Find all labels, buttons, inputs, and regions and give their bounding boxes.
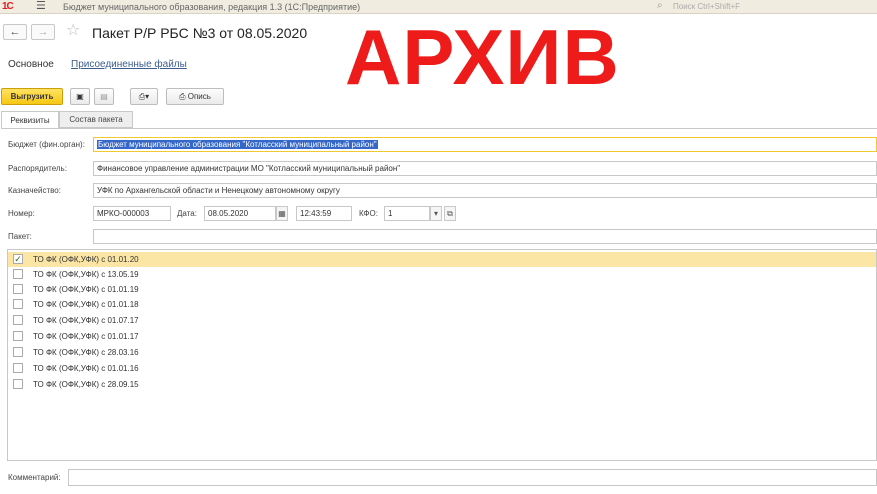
- save-copy-button[interactable]: ▤: [94, 88, 114, 105]
- app-logo: 1С: [2, 1, 14, 12]
- upload-button[interactable]: Выгрузить: [1, 88, 63, 105]
- page-title: Пакет Р/Р РБС №3 от 08.05.2020: [92, 25, 308, 41]
- list-item-label: ТО ФК (ОФК,УФК) с 01.01.20: [33, 255, 139, 264]
- tab-package-contents[interactable]: Состав пакета: [59, 111, 133, 128]
- arrow-left-icon: ←: [9, 26, 21, 38]
- open-link-icon: ⧉: [447, 209, 453, 218]
- list-item[interactable]: ТО ФК (ОФК,УФК) с 13.05.19: [8, 267, 876, 282]
- forward-button[interactable]: →: [31, 24, 55, 40]
- checkbox[interactable]: [13, 299, 23, 309]
- kfo-open-button[interactable]: ⧉: [444, 206, 456, 221]
- comment-field[interactable]: [68, 469, 877, 486]
- package-list[interactable]: ✓ ТО ФК (ОФК,УФК) с 01.01.20 ТО ФК (ОФК,…: [7, 249, 877, 461]
- manager-value: Финансовое управление администрации МО "…: [97, 164, 401, 173]
- checkbox[interactable]: [13, 379, 23, 389]
- document-icon: ▤: [100, 92, 108, 101]
- checkbox[interactable]: [13, 269, 23, 279]
- print-menu-button[interactable]: ⎙▾: [130, 88, 158, 105]
- kfo-label: КФО:: [359, 209, 378, 218]
- list-item[interactable]: ТО ФК (ОФК,УФК) с 28.03.16: [8, 345, 876, 360]
- description-label: Опись: [187, 92, 211, 101]
- comment-label: Комментарий:: [8, 473, 61, 482]
- save-button[interactable]: ▣: [70, 88, 90, 105]
- date-field[interactable]: 08.05.2020: [204, 206, 276, 221]
- kfo-value: 1: [388, 209, 393, 218]
- calendar-icon: ▦: [278, 209, 286, 218]
- list-item[interactable]: ТО ФК (ОФК,УФК) с 28.09.15: [8, 377, 876, 392]
- manager-field[interactable]: Финансовое управление администрации МО "…: [93, 161, 877, 176]
- kfo-field[interactable]: 1: [384, 206, 430, 221]
- search-icon: ⌕: [657, 0, 663, 11]
- list-item-label: ТО ФК (ОФК,УФК) с 28.03.16: [33, 348, 139, 357]
- list-item-label: ТО ФК (ОФК,УФК) с 01.01.18: [33, 300, 139, 309]
- list-item-label: ТО ФК (ОФК,УФК) с 01.01.19: [33, 285, 139, 294]
- app-title: Бюджет муниципального образования, редак…: [63, 2, 361, 12]
- printer-icon: ⎙: [179, 92, 186, 101]
- list-item[interactable]: ТО ФК (ОФК,УФК) с 01.07.17: [8, 313, 876, 328]
- list-item-label: ТО ФК (ОФК,УФК) с 28.09.15: [33, 380, 139, 389]
- arrow-right-icon: →: [37, 26, 49, 38]
- link-main[interactable]: Основное: [8, 59, 54, 70]
- favorite-star-icon[interactable]: ☆: [66, 22, 80, 40]
- printer-icon: ⎙▾: [138, 92, 150, 101]
- list-item[interactable]: ТО ФК (ОФК,УФК) с 01.01.17: [8, 329, 876, 344]
- time-value: 12:43:59: [300, 209, 332, 218]
- list-item-label: ТО ФК (ОФК,УФК) с 13.05.19: [33, 270, 139, 279]
- list-item[interactable]: ТО ФК (ОФК,УФК) с 01.01.19: [8, 282, 876, 297]
- link-attached-files[interactable]: Присоединенные файлы: [71, 59, 187, 70]
- list-item-label: ТО ФК (ОФК,УФК) с 01.01.16: [33, 364, 139, 373]
- package-label: Пакет:: [8, 232, 32, 241]
- tab-requisites[interactable]: Реквизиты: [1, 111, 59, 129]
- chevron-down-icon: ▾: [433, 209, 438, 218]
- floppy-disk-icon: ▣: [76, 92, 84, 101]
- date-label: Дата:: [177, 209, 197, 218]
- calendar-button[interactable]: ▦: [276, 206, 288, 221]
- list-item-label: ТО ФК (ОФК,УФК) с 01.01.17: [33, 332, 139, 341]
- date-value: 08.05.2020: [208, 209, 249, 218]
- list-item[interactable]: ТО ФК (ОФК,УФК) с 01.01.18: [8, 297, 876, 312]
- treasury-label: Казначейство:: [8, 186, 61, 195]
- manager-label: Распорядитель:: [8, 164, 67, 173]
- number-value: МРКО-000003: [97, 209, 150, 218]
- kfo-dropdown-button[interactable]: ▾: [430, 206, 442, 221]
- global-search[interactable]: ⌕ Поиск Ctrl+Shift+F: [655, 0, 877, 13]
- list-item[interactable]: ✓ ТО ФК (ОФК,УФК) с 01.01.20: [8, 252, 876, 267]
- archive-stamp: АРХИВ: [345, 13, 620, 101]
- number-label: Номер:: [8, 209, 35, 218]
- description-button[interactable]: ⎙ Опись: [166, 88, 224, 105]
- treasury-value: УФК по Архангельской области и Ненецкому…: [97, 186, 340, 195]
- time-field[interactable]: 12:43:59: [296, 206, 352, 221]
- search-placeholder: Поиск Ctrl+Shift+F: [673, 2, 741, 11]
- checkbox[interactable]: ✓: [13, 254, 23, 264]
- list-item-label: ТО ФК (ОФК,УФК) с 01.07.17: [33, 316, 139, 325]
- checkbox[interactable]: [13, 331, 23, 341]
- back-button[interactable]: ←: [3, 24, 27, 40]
- main-menu-icon[interactable]: ☰: [36, 1, 48, 12]
- number-field[interactable]: МРКО-000003: [93, 206, 171, 221]
- checkbox[interactable]: [13, 284, 23, 294]
- package-field[interactable]: [93, 229, 877, 244]
- list-item[interactable]: ТО ФК (ОФК,УФК) с 01.01.16: [8, 361, 876, 376]
- budget-label: Бюджет (фин.орган):: [8, 140, 85, 149]
- tab-divider: [1, 128, 877, 129]
- treasury-field[interactable]: УФК по Архангельской области и Ненецкому…: [93, 183, 877, 198]
- checkbox[interactable]: [13, 347, 23, 357]
- checkbox[interactable]: [13, 315, 23, 325]
- budget-value: Бюджет муниципального образования "Котла…: [97, 140, 378, 149]
- budget-field[interactable]: Бюджет муниципального образования "Котла…: [93, 137, 877, 152]
- checkbox[interactable]: [13, 363, 23, 373]
